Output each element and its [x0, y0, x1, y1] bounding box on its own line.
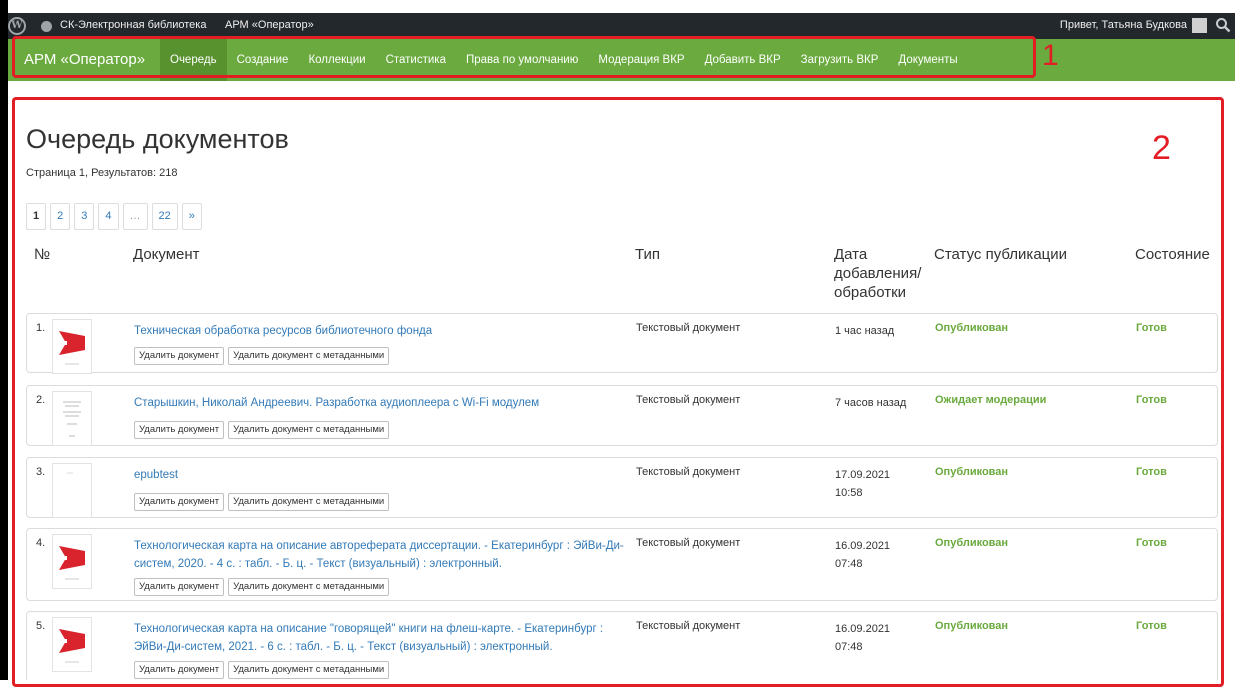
user-greeting[interactable]: Привет, Татьяна Будкова	[1060, 19, 1187, 31]
search-icon[interactable]	[1215, 17, 1231, 33]
site-home-icon	[41, 21, 52, 32]
arm-operator-link[interactable]: АРМ «Оператор»	[225, 19, 314, 31]
window-left-edge	[0, 0, 8, 680]
wordpress-logo-icon[interactable]: W	[8, 17, 26, 35]
user-avatar[interactable]	[1192, 18, 1207, 33]
annotation-label-2: 2	[1152, 129, 1171, 167]
annotation-box-2	[12, 97, 1224, 687]
site-name-link[interactable]: СК-Электронная библиотека	[60, 19, 206, 31]
annotation-box-1	[12, 36, 1036, 78]
annotation-label-1: 1	[1042, 39, 1059, 72]
